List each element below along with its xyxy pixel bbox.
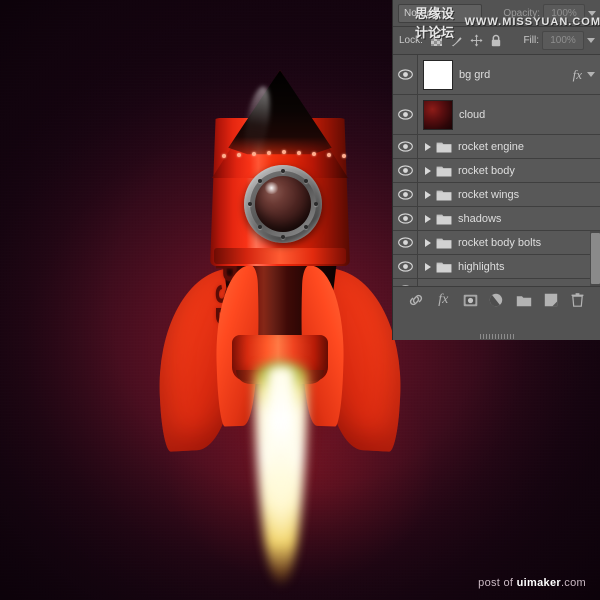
layer-visibility-toggle[interactable] xyxy=(393,279,418,286)
layer-name[interactable]: rocket engine xyxy=(458,141,524,153)
porthole-bolt xyxy=(248,202,252,206)
watermark-url: WWW.MISSYUAN.COM xyxy=(464,16,600,28)
fx-label: fx xyxy=(572,66,582,82)
credit-suffix: .com xyxy=(560,577,586,589)
folder-icon xyxy=(436,237,452,249)
rocket-porthole-highlight xyxy=(264,182,279,194)
new-group-icon[interactable] xyxy=(516,292,532,308)
panel-resize-grip[interactable] xyxy=(480,334,514,339)
add-layer-style-icon[interactable]: fx xyxy=(435,292,451,308)
layer-visibility-toggle[interactable] xyxy=(393,159,418,182)
porthole-bolt xyxy=(281,235,285,239)
porthole-bolt xyxy=(257,178,262,183)
layer-visibility-toggle[interactable] xyxy=(393,255,418,278)
porthole-bolt xyxy=(281,169,285,173)
layer-row[interactable]: rocket cockpit xyxy=(393,279,600,286)
rocket-bolt xyxy=(297,150,301,155)
rocket-bolt xyxy=(237,152,241,157)
layer-name[interactable]: bg grd xyxy=(459,69,490,81)
layer-visibility-toggle[interactable] xyxy=(393,207,418,230)
layer-list[interactable]: bg grd fx cloud rocket engine rocket body roc… xyxy=(393,55,600,286)
group-expand-chevron-right-icon[interactable] xyxy=(425,238,431,247)
layer-row[interactable]: cloud xyxy=(393,95,600,135)
screenshot-root: PSD post of uimaker.com Normal Opacity: xyxy=(0,0,600,600)
rocket-porthole-glass xyxy=(255,176,311,232)
rocket-bolt xyxy=(282,150,286,154)
folder-icon xyxy=(436,189,452,201)
layer-name[interactable]: rocket wings xyxy=(458,189,519,201)
delete-layer-icon[interactable] xyxy=(569,292,585,308)
layer-visibility-toggle[interactable] xyxy=(393,135,418,158)
folder-icon xyxy=(436,285,451,287)
group-expand-chevron-right-icon[interactable] xyxy=(425,262,431,271)
layers-panel: Normal Opacity: 100% 思缘设计论坛 WWW.MISSYUAN… xyxy=(392,0,600,340)
layer-row[interactable]: shadows xyxy=(393,207,600,231)
layer-thumbnail[interactable] xyxy=(423,59,453,90)
layer-thumbnail[interactable] xyxy=(423,99,453,130)
folder-icon xyxy=(436,141,452,153)
add-layer-mask-icon[interactable] xyxy=(462,292,478,308)
group-expand-chevron-right-icon[interactable] xyxy=(425,214,431,223)
rocket-bolt xyxy=(312,151,316,156)
fx-chevron-down-icon[interactable] xyxy=(587,72,595,77)
rocket-bolt xyxy=(342,153,346,158)
rocket-body-band xyxy=(214,248,346,264)
layer-visibility-toggle[interactable] xyxy=(393,231,418,254)
layer-name[interactable]: cloud xyxy=(459,109,485,121)
rocket-bolt xyxy=(327,152,331,157)
layer-name[interactable]: highlights xyxy=(458,261,504,273)
credit-prefix: post of xyxy=(478,577,517,589)
folder-icon xyxy=(436,165,452,177)
link-layers-icon[interactable] xyxy=(408,292,424,308)
watermark-chinese: 思缘设计论坛 xyxy=(415,6,455,40)
layer-visibility-toggle[interactable] xyxy=(393,55,418,94)
site-credit: post of uimaker.com xyxy=(478,577,586,589)
layer-visibility-toggle[interactable] xyxy=(393,183,418,206)
layer-name[interactable]: rocket body xyxy=(458,165,515,177)
group-expand-chevron-right-icon[interactable] xyxy=(425,166,431,175)
rocket-illustration: PSD xyxy=(150,70,410,600)
layer-name[interactable]: shadows xyxy=(458,213,501,225)
rocket-bolt xyxy=(252,151,256,156)
rocket-bolt xyxy=(267,150,271,155)
porthole-bolt xyxy=(314,202,318,206)
group-expand-chevron-right-icon[interactable] xyxy=(425,190,431,199)
layers-scrollbar-thumb[interactable] xyxy=(591,233,600,284)
layer-name[interactable]: rocket cockpit xyxy=(458,285,525,287)
layer-row[interactable]: rocket engine xyxy=(393,135,600,159)
site-watermark: 思缘设计论坛 WWW.MISSYUAN.COM xyxy=(415,3,600,41)
folder-icon xyxy=(436,213,452,225)
folder-icon xyxy=(436,261,452,273)
layer-row[interactable]: rocket body bolts xyxy=(393,231,600,255)
layer-visibility-toggle[interactable] xyxy=(393,95,418,134)
layers-panel-header: Normal Opacity: 100% 思缘设计论坛 WWW.MISSYUAN… xyxy=(393,0,600,40)
layer-name[interactable]: rocket body bolts xyxy=(458,237,541,249)
new-layer-icon[interactable] xyxy=(543,292,559,308)
group-expand-chevron-right-icon[interactable] xyxy=(425,142,431,151)
layer-row[interactable]: rocket wings xyxy=(393,183,600,207)
new-adjustment-layer-icon[interactable] xyxy=(489,292,505,308)
credit-brand: uimaker xyxy=(516,577,561,589)
layer-row[interactable]: bg grd fx xyxy=(393,55,600,95)
layer-effects-indicator[interactable]: fx xyxy=(573,67,600,83)
layer-row[interactable]: rocket body xyxy=(393,159,600,183)
rocket-body-bolts xyxy=(214,150,346,158)
layers-panel-toolbar: fx xyxy=(393,286,600,339)
layer-row[interactable]: highlights xyxy=(393,255,600,279)
rocket-bolt xyxy=(222,153,226,158)
